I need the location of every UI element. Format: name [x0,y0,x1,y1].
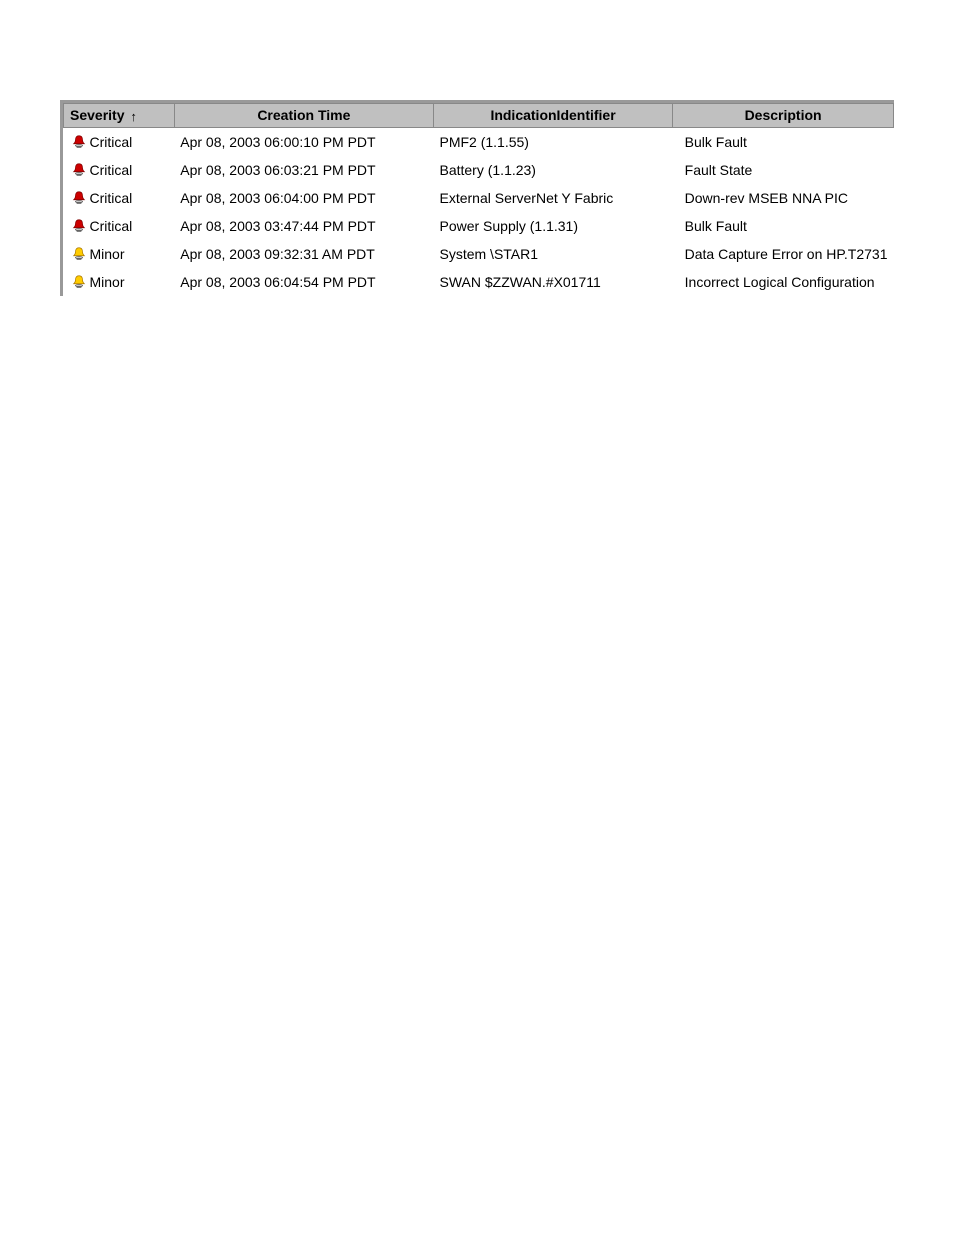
column-header-creation-time-label: Creation Time [257,107,350,123]
alarms-panel: Severity ↑ Creation Time IndicationIdent… [60,100,894,296]
severity-label: Critical [90,162,133,178]
creation-time-cell: Apr 08, 2003 09:32:31 AM PDT [174,240,433,268]
column-header-severity-label: Severity [70,107,124,123]
severity-label: Minor [90,246,125,262]
column-header-severity[interactable]: Severity ↑ [64,104,175,128]
creation-time-cell: Apr 08, 2003 06:00:10 PM PDT [174,127,433,156]
severity-cell: Minor [64,268,175,296]
description-cell: Incorrect Logical Configuration [673,268,894,296]
severity-cell: Critical [64,212,175,240]
critical-bell-icon [70,161,88,179]
severity-cell: Critical [64,127,175,156]
indication-identifier-cell: PMF2 (1.1.55) [433,127,672,156]
sort-ascending-icon: ↑ [130,109,137,124]
critical-bell-icon [70,217,88,235]
description-cell: Bulk Fault [673,127,894,156]
minor-bell-icon [70,245,88,263]
column-header-description-label: Description [745,107,822,123]
column-header-creation-time[interactable]: Creation Time [174,104,433,128]
indication-identifier-cell: System \STAR1 [433,240,672,268]
severity-cell: Critical [64,184,175,212]
indication-identifier-cell: External ServerNet Y Fabric [433,184,672,212]
description-cell: Fault State [673,156,894,184]
severity-label: Minor [90,274,125,290]
column-header-indication-identifier[interactable]: IndicationIdentifier [433,104,672,128]
creation-time-cell: Apr 08, 2003 06:04:54 PM PDT [174,268,433,296]
critical-bell-icon [70,133,88,151]
table-row[interactable]: Critical Apr 08, 2003 03:47:44 PM PDTPowe… [64,212,894,240]
description-cell: Data Capture Error on HP.T2731 [673,240,894,268]
table-row[interactable]: Critical Apr 08, 2003 06:00:10 PM PDTPMF2… [64,127,894,156]
severity-label: Critical [90,190,133,206]
severity-label: Critical [90,134,133,150]
severity-cell: Critical [64,156,175,184]
description-cell: Down-rev MSEB NNA PIC [673,184,894,212]
alarms-table: Severity ↑ Creation Time IndicationIdent… [63,103,894,296]
table-header-row: Severity ↑ Creation Time IndicationIdent… [64,104,894,128]
description-cell: Bulk Fault [673,212,894,240]
table-row[interactable]: Critical Apr 08, 2003 06:04:00 PM PDTExte… [64,184,894,212]
severity-cell: Minor [64,240,175,268]
creation-time-cell: Apr 08, 2003 06:04:00 PM PDT [174,184,433,212]
indication-identifier-cell: SWAN $ZZWAN.#X01711 [433,268,672,296]
creation-time-cell: Apr 08, 2003 03:47:44 PM PDT [174,212,433,240]
column-header-description[interactable]: Description [673,104,894,128]
critical-bell-icon [70,189,88,207]
table-row[interactable]: Minor Apr 08, 2003 09:32:31 AM PDTSystem … [64,240,894,268]
minor-bell-icon [70,273,88,291]
table-body: Critical Apr 08, 2003 06:00:10 PM PDTPMF2… [64,127,894,296]
indication-identifier-cell: Battery (1.1.23) [433,156,672,184]
column-header-indication-identifier-label: IndicationIdentifier [490,107,615,123]
severity-label: Critical [90,218,133,234]
table-row[interactable]: Critical Apr 08, 2003 06:03:21 PM PDTBatt… [64,156,894,184]
indication-identifier-cell: Power Supply (1.1.31) [433,212,672,240]
creation-time-cell: Apr 08, 2003 06:03:21 PM PDT [174,156,433,184]
table-row[interactable]: Minor Apr 08, 2003 06:04:54 PM PDTSWAN $Z… [64,268,894,296]
